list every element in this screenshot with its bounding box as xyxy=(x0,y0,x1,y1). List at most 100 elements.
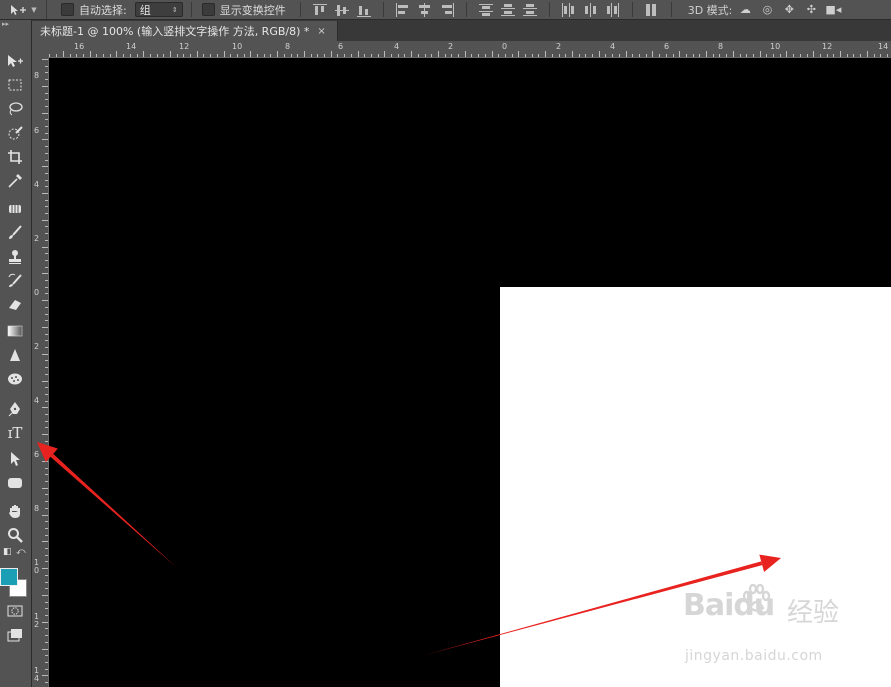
drag-3d-icon[interactable]: ✥ xyxy=(780,3,798,17)
ruler-tick xyxy=(250,51,251,57)
roll-3d-icon[interactable]: ◎ xyxy=(758,3,776,17)
align-top-edges-icon[interactable] xyxy=(312,3,328,17)
pen-icon[interactable] xyxy=(3,398,27,420)
ruler-tick xyxy=(605,54,606,57)
move-tool-icon[interactable] xyxy=(3,50,27,72)
align-vertical-centers-icon[interactable] xyxy=(334,3,350,17)
history-brush-icon[interactable] xyxy=(3,270,27,292)
horizontal-ruler[interactable]: 16 14 12 10 8 6 4 2 0 2 4 6 8 10 12 14 xyxy=(32,41,891,58)
options-bar: ▼ 自动选择: 组 ⇕ 显示变换控件 3D 模式: ☁ ◎ ✥ ✣ ■◂ xyxy=(0,0,891,20)
ruler-tick xyxy=(840,51,841,57)
distribute-top-edges-icon[interactable] xyxy=(478,3,494,17)
ruler-tick xyxy=(552,54,553,57)
ruler-tick xyxy=(632,54,633,57)
ruler-tick xyxy=(42,327,48,328)
distribute-horizontal-centers-icon[interactable] xyxy=(583,2,599,17)
screen-mode-icon[interactable] xyxy=(3,624,27,646)
ruler-origin[interactable] xyxy=(32,41,48,57)
clone-stamp-icon[interactable] xyxy=(3,246,27,268)
ruler-label: 0 xyxy=(34,288,40,297)
distribute-vertical-centers-icon[interactable] xyxy=(500,3,516,17)
ruler-tick xyxy=(699,54,700,57)
quick-mask-icon[interactable] xyxy=(3,600,27,622)
distribute-bottom-edges-icon[interactable] xyxy=(522,3,538,17)
vertical-type-icon[interactable]: ɪT xyxy=(3,422,27,444)
rotate-3d-icon[interactable]: ☁ xyxy=(736,3,754,17)
ruler-label: 14 xyxy=(34,666,40,683)
ruler-tick xyxy=(45,79,48,80)
ruler-tick xyxy=(847,54,848,57)
ruler-tick xyxy=(45,160,48,161)
rectangle-shape-icon[interactable] xyxy=(3,472,27,494)
ruler-tick xyxy=(264,54,265,57)
ruler-tick xyxy=(793,54,794,57)
align-right-edges-icon[interactable] xyxy=(439,2,455,17)
auto-select-checkbox[interactable] xyxy=(61,3,74,16)
rectangular-marquee-icon[interactable] xyxy=(3,74,27,96)
eraser-icon[interactable] xyxy=(3,294,27,316)
align-horizontal-centers-icon[interactable] xyxy=(417,2,433,17)
ruler-tick xyxy=(45,682,48,683)
hand-icon[interactable] xyxy=(3,500,27,522)
quick-selection-icon[interactable] xyxy=(3,122,27,144)
ruler-tick xyxy=(116,51,117,57)
tool-preset-picker[interactable]: ▼ xyxy=(0,0,47,19)
document-tab[interactable]: 未标题-1 @ 100% (输入竖排文字操作 方法, RGB/8) * × xyxy=(32,21,338,41)
ruler-tick xyxy=(45,474,48,475)
eyedropper-icon[interactable] xyxy=(3,170,27,192)
ruler-tick xyxy=(210,54,211,57)
ruler-tick xyxy=(45,548,48,549)
ruler-tick xyxy=(860,54,861,57)
zoom-icon[interactable] xyxy=(3,524,27,546)
ruler-tick xyxy=(545,51,546,57)
ruler-tick xyxy=(719,54,720,57)
slide-3d-icon[interactable]: ✣ xyxy=(802,3,820,17)
ruler-tick xyxy=(371,54,372,57)
ruler-tick xyxy=(270,54,271,57)
scale-3d-icon[interactable]: ■◂ xyxy=(824,3,842,17)
ruler-tick xyxy=(652,51,653,57)
ruler-tick xyxy=(277,51,278,57)
ruler-tick xyxy=(518,51,519,57)
document-title: 未标题-1 @ 100% (输入竖排文字操作 方法, RGB/8) * xyxy=(40,25,310,38)
show-transform-checkbox[interactable] xyxy=(201,3,215,16)
align-left-edges-icon[interactable] xyxy=(395,2,411,17)
ruler-tick xyxy=(351,54,352,57)
ruler-tick xyxy=(45,287,48,288)
gradient-icon[interactable] xyxy=(3,320,27,342)
crop-icon[interactable] xyxy=(3,146,27,168)
distribute-right-edges-icon[interactable] xyxy=(605,2,621,17)
spot-healing-brush-icon[interactable] xyxy=(3,198,27,220)
auto-select-dropdown[interactable]: 组 ⇕ xyxy=(134,2,183,17)
ruler-label: 4 xyxy=(610,42,616,51)
ruler-tick xyxy=(130,54,131,57)
collapse-panel-icon[interactable]: ▸▸ xyxy=(0,20,31,28)
ruler-tick xyxy=(45,662,48,663)
auto-align-layers-icon[interactable] xyxy=(644,3,660,17)
path-selection-icon[interactable] xyxy=(3,448,27,470)
ruler-tick xyxy=(76,54,77,57)
vertical-ruler[interactable]: 8 6 4 2 0 2 4 6 8 10 12 14 xyxy=(32,57,49,687)
distribute-left-edges-icon[interactable] xyxy=(561,2,577,17)
ruler-tick xyxy=(45,642,48,643)
align-bottom-edges-icon[interactable] xyxy=(356,3,372,17)
ruler-tick xyxy=(880,54,881,57)
ruler-tick xyxy=(42,273,48,274)
lasso-icon[interactable] xyxy=(3,98,27,120)
ruler-tick xyxy=(693,54,694,57)
tools-panel: ▸▸ ɪT ◧ ⤺ xyxy=(0,20,32,687)
ruler-tick xyxy=(746,54,747,57)
close-icon[interactable]: × xyxy=(317,26,325,37)
sponge-icon[interactable] xyxy=(3,368,27,390)
document-tab-bar: 未标题-1 @ 100% (输入竖排文字操作 方法, RGB/8) * × xyxy=(32,20,891,41)
ruler-label: 12 xyxy=(34,612,40,629)
ruler-label: 14 xyxy=(126,42,137,51)
brush-icon[interactable] xyxy=(3,222,27,244)
ruler-tick xyxy=(45,186,48,187)
reset-colors-icon[interactable]: ◧ xyxy=(3,547,12,557)
swap-colors-icon[interactable]: ⤺ xyxy=(16,547,26,557)
foreground-color-swatch[interactable] xyxy=(0,568,18,586)
ruler-tick xyxy=(471,54,472,57)
default-colors-icon[interactable]: ◧ ⤺ xyxy=(3,547,27,561)
blur-icon[interactable] xyxy=(3,344,27,366)
